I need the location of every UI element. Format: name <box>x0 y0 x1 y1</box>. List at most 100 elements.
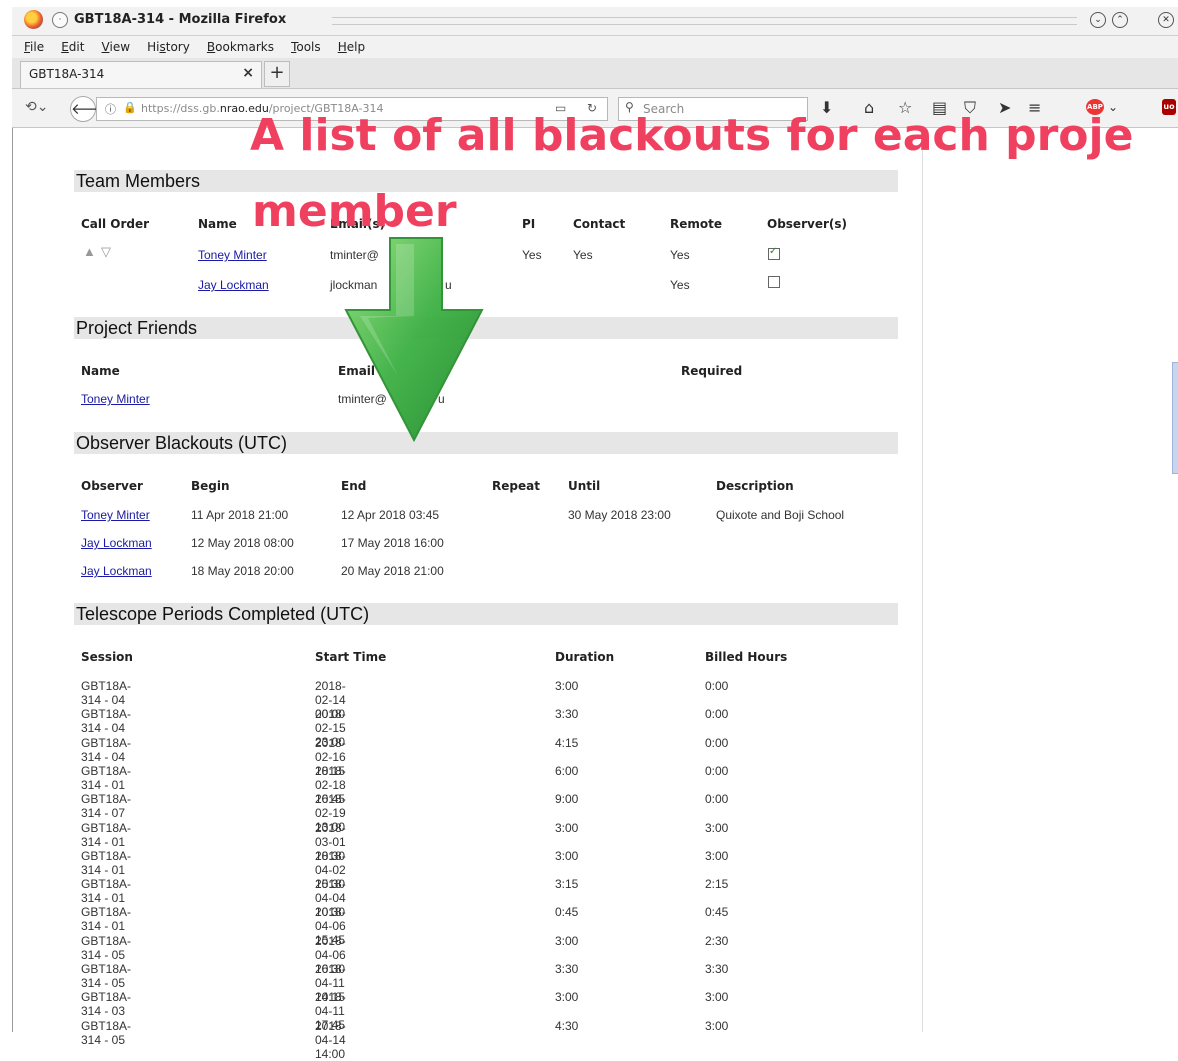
move-up-icon[interactable]: ▲ <box>83 244 96 259</box>
period-session: GBT18A-314 - 01 <box>81 849 132 877</box>
th-observer: Observer <box>81 479 143 493</box>
page-right-divider <box>922 128 923 1032</box>
team-member-pi: Yes <box>522 248 542 262</box>
titlebar-decoration <box>332 17 1077 25</box>
period-duration: 4:30 <box>555 1019 579 1033</box>
blackout-observer-link[interactable]: Jay Lockman <box>81 564 152 578</box>
period-session: GBT18A-314 - 01 <box>81 877 132 905</box>
period-duration: 3:30 <box>555 962 579 976</box>
ublock-icon[interactable]: uo <box>1162 99 1176 115</box>
th-until: Until <box>568 479 601 493</box>
th-friend-name: Name <box>81 364 120 378</box>
period-billed-hours: 0:00 <box>705 707 729 721</box>
blackout-end: 17 May 2018 16:00 <box>341 536 444 550</box>
period-billed-hours: 0:45 <box>705 905 729 919</box>
menu-history[interactable]: History <box>147 40 190 54</box>
period-session: GBT18A-314 - 04 <box>81 707 132 735</box>
blackout-description: Quixote and Boji School <box>716 508 845 522</box>
th-friend-required: Required <box>681 364 743 378</box>
blackout-observer-link[interactable]: Jay Lockman <box>81 536 152 550</box>
team-member-name-link[interactable]: Toney Minter <box>198 248 267 262</box>
period-duration: 3:00 <box>555 849 579 863</box>
tab-close-icon[interactable]: × <box>242 65 254 81</box>
blackout-until: 30 May 2018 23:00 <box>568 508 671 522</box>
team-member-remote: Yes <box>670 248 690 262</box>
annotation-line-2: member <box>252 186 457 237</box>
observer-checkbox[interactable] <box>768 276 780 288</box>
window-titlebar: · GBT18A-314 - Mozilla Firefox ⌄ ⌃ ✕ <box>12 7 1178 36</box>
blackout-begin: 11 Apr 2018 21:00 <box>191 508 289 522</box>
period-session: GBT18A-314 - 01 <box>81 764 132 792</box>
site-info-icon[interactable]: ⓘ <box>105 101 116 117</box>
period-billed-hours: 3:30 <box>705 962 729 976</box>
period-session: GBT18A-314 - 05 <box>81 934 132 962</box>
th-duration: Duration <box>555 650 615 664</box>
period-billed-hours: 2:15 <box>705 877 729 891</box>
period-billed-hours: 0:00 <box>705 792 729 806</box>
period-billed-hours: 0:00 <box>705 764 729 778</box>
blackout-begin: 18 May 2018 20:00 <box>191 564 294 578</box>
menu-edit[interactable]: Edit <box>61 40 84 54</box>
th-start-time: Start Time <box>315 650 387 664</box>
th-repeat: Repeat <box>492 479 540 493</box>
annotation-line-1: A list of all blackouts for each proje <box>250 110 1134 161</box>
minimize-icon[interactable]: ⌄ <box>1090 12 1106 28</box>
period-billed-hours: 3:00 <box>705 990 729 1004</box>
period-billed-hours: 3:00 <box>705 849 729 863</box>
menu-bar: File Edit View History Bookmarks Tools H… <box>12 36 1178 58</box>
blackout-observer-link[interactable]: Toney Minter <box>81 508 150 522</box>
period-duration: 3:15 <box>555 877 579 891</box>
th-call-order: Call Order <box>81 217 150 231</box>
back-button[interactable]: 🡐 <box>70 96 111 122</box>
period-billed-hours: 0:00 <box>705 679 729 693</box>
th-end: End <box>341 479 367 493</box>
period-session: GBT18A-314 - 07 <box>81 792 132 820</box>
period-billed-hours: 3:00 <box>705 1019 729 1033</box>
window-title: GBT18A-314 - Mozilla Firefox <box>74 12 287 27</box>
blackout-begin: 12 May 2018 08:00 <box>191 536 294 550</box>
firefox-logo-icon <box>24 10 43 29</box>
menu-tools[interactable]: Tools <box>291 40 321 54</box>
period-session: GBT18A-314 - 04 <box>81 679 132 707</box>
maximize-icon[interactable]: ⌃ <box>1112 12 1128 28</box>
th-description: Description <box>716 479 794 493</box>
period-duration: 3:00 <box>555 990 579 1004</box>
th-name: Name <box>198 217 237 231</box>
move-down-icon[interactable]: ▽ <box>101 244 111 260</box>
close-window-icon[interactable]: ✕ <box>1158 12 1174 28</box>
team-member-name-link[interactable]: Jay Lockman <box>198 278 269 292</box>
th-observers: Observer(s) <box>767 217 847 231</box>
tab-project[interactable]: GBT18A-314 × <box>20 61 262 88</box>
period-billed-hours: 2:30 <box>705 934 729 948</box>
period-billed-hours: 3:00 <box>705 821 729 835</box>
period-duration: 0:45 <box>555 905 579 919</box>
period-duration: 3:00 <box>555 934 579 948</box>
period-session: GBT18A-314 - 05 <box>81 962 132 990</box>
period-session: GBT18A-314 - 03 <box>81 990 132 1018</box>
menu-help[interactable]: Help <box>338 40 365 54</box>
team-member-remote: Yes <box>670 278 690 292</box>
menu-file[interactable]: File <box>24 40 44 54</box>
new-tab-button[interactable]: + <box>264 61 290 87</box>
friend-name-link[interactable]: Toney Minter <box>81 392 150 406</box>
period-session: GBT18A-314 - 01 <box>81 905 132 933</box>
menu-view[interactable]: View <box>102 40 130 54</box>
period-duration: 4:15 <box>555 736 579 750</box>
period-session: GBT18A-314 - 04 <box>81 736 132 764</box>
th-session: Session <box>81 650 133 664</box>
period-duration: 3:30 <box>555 707 579 721</box>
project-friends-header: Project Friends <box>74 317 898 339</box>
period-duration: 3:00 <box>555 821 579 835</box>
period-duration: 6:00 <box>555 764 579 778</box>
th-contact: Contact <box>573 217 626 231</box>
scrollbar-thumb[interactable] <box>1172 362 1178 474</box>
menu-bookmarks[interactable]: Bookmarks <box>207 40 274 54</box>
observer-blackouts-header: Observer Blackouts (UTC) <box>74 432 898 454</box>
th-pi: PI <box>522 217 536 231</box>
telescope-periods-header: Telescope Periods Completed (UTC) <box>74 603 898 625</box>
page-left-border <box>12 128 13 1032</box>
observer-checkbox[interactable] <box>768 246 780 260</box>
th-billed-hours: Billed Hours <box>705 650 788 664</box>
history-icon[interactable]: ⟲⌄ <box>25 99 48 115</box>
window-menu-icon[interactable]: · <box>52 12 68 28</box>
